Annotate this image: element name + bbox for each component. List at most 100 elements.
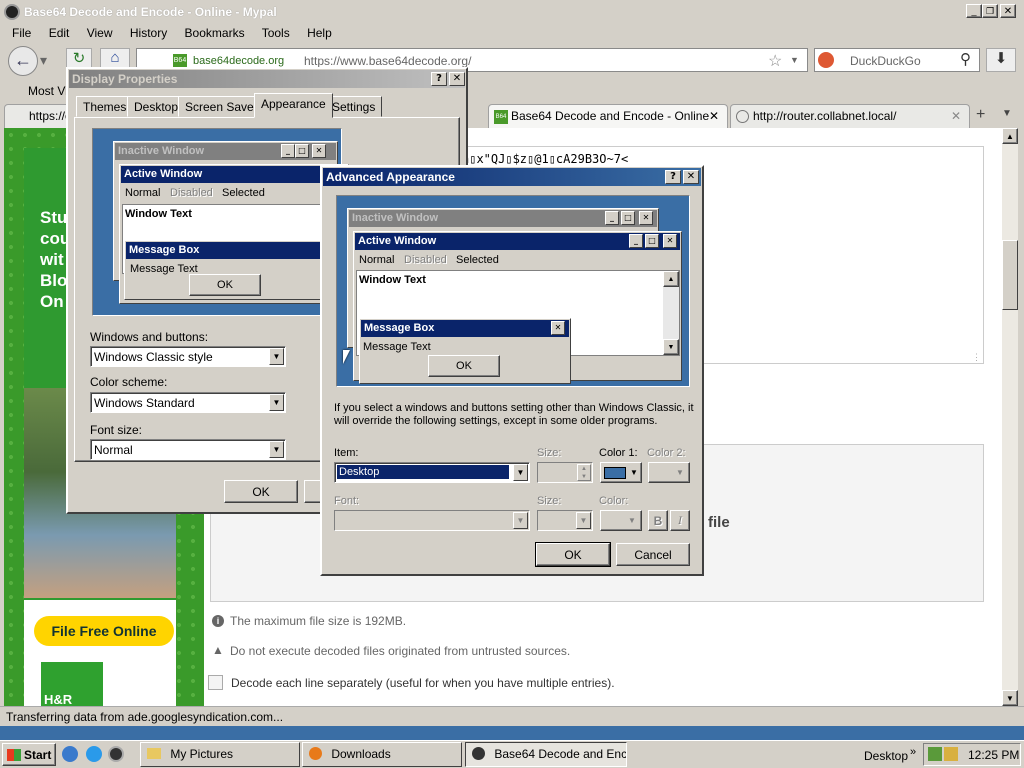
menu-history[interactable]: History	[130, 26, 167, 40]
taskbar-item-my-pictures[interactable]: My Pictures	[140, 742, 300, 767]
windows-buttons-label: Windows and buttons:	[90, 330, 209, 344]
font-size-value: Normal	[94, 443, 133, 457]
close-button[interactable]: ✕	[1000, 4, 1016, 18]
duckduckgo-icon	[818, 52, 834, 68]
mypal-icon	[4, 4, 20, 20]
network-icon[interactable]	[928, 747, 942, 761]
spinner-icon: ▲ ▼	[577, 464, 591, 481]
help-button[interactable]: ?	[431, 72, 447, 86]
advanced-cancel-button[interactable]: Cancel	[616, 543, 690, 566]
desktop-toolbar-label[interactable]: Desktop	[864, 749, 908, 763]
star-icon[interactable]: ☆	[768, 51, 782, 71]
bold-button: B	[648, 510, 668, 531]
taskbar-item-base64[interactable]: Base64 Decode and Enc...	[465, 742, 627, 767]
browser-tab-1[interactable]: https://c	[4, 104, 72, 128]
advanced-appearance-dialog: Advanced Appearance ? ✕ Inactive Window …	[320, 165, 704, 576]
windows-buttons-select[interactable]: Windows Classic style ▼	[90, 346, 286, 367]
quicklaunch-browser-icon[interactable]	[86, 746, 102, 762]
display-ok-button[interactable]: OK	[224, 480, 298, 503]
color1-picker[interactable]: ▼	[600, 462, 642, 483]
restore-button[interactable]: ❐	[982, 4, 998, 18]
search-input[interactable]: DuckDuckGo	[850, 54, 921, 68]
help-button[interactable]: ?	[665, 170, 681, 184]
browser-tab-3[interactable]: http://router.collabnet.local/ ✕	[730, 104, 970, 128]
font-label: Font:	[334, 495, 360, 507]
ad-cta-button[interactable]: File Free Online	[34, 616, 174, 646]
chevron-down-icon[interactable]: ▼	[269, 348, 284, 365]
search-icon[interactable]: ⚲	[960, 50, 971, 68]
preview-active-title: Active Window	[124, 168, 203, 180]
downloads-app-icon	[309, 747, 322, 760]
menu-help[interactable]: Help	[307, 26, 332, 40]
dialog-close-button[interactable]: ✕	[449, 72, 465, 86]
mouse-cursor-icon	[343, 350, 350, 364]
new-tab-button[interactable]: +	[976, 106, 985, 124]
resize-handle-icon[interactable]: ⋮	[972, 352, 981, 363]
tab-settings[interactable]: Settings	[325, 96, 383, 117]
ad-line-3: wit	[40, 250, 64, 269]
scroll-up-icon: ▲	[663, 271, 679, 287]
decode-lines-checkbox[interactable]	[208, 675, 223, 690]
tray-tool-icon[interactable]	[944, 747, 958, 761]
tab-close-icon[interactable]: ✕	[951, 109, 961, 123]
file-word: file	[708, 514, 730, 531]
menu-file[interactable]: File	[12, 26, 31, 40]
chevron-down-icon: ▼	[676, 468, 684, 477]
url-text[interactable]: https://www.base64decode.org/	[304, 54, 471, 68]
preview-menu-selected: Selected	[222, 187, 265, 199]
item-select[interactable]: Desktop ▼	[334, 462, 530, 483]
browser-tab-active[interactable]: B64 Base64 Decode and Encode - Online ✕	[488, 104, 728, 128]
font-size-label: Font size:	[90, 423, 143, 437]
tab-list-button[interactable]: ▼	[1002, 108, 1012, 119]
preview-inactive-title: Inactive Window	[118, 145, 205, 157]
font-size-select[interactable]: Normal ▼	[90, 439, 286, 460]
quicklaunch-mypal-icon[interactable]	[108, 746, 124, 762]
forward-icon[interactable]: ▾	[40, 52, 47, 69]
taskbar-item-downloads[interactable]: Downloads	[302, 742, 462, 767]
color-scheme-select[interactable]: Windows Standard ▼	[90, 392, 286, 413]
menu-bookmarks[interactable]: Bookmarks	[185, 26, 245, 40]
desktop-toolbar-chevron-icon[interactable]: »	[910, 746, 916, 758]
chevron-down-icon: ▼	[513, 512, 528, 529]
adv-active-titlebar: Active Window _ □ ✕	[355, 233, 680, 250]
quicklaunch-ie-icon[interactable]	[62, 746, 78, 762]
scroll-up-button[interactable]: ▲	[1002, 128, 1018, 144]
tab-themes[interactable]: Themes	[76, 96, 134, 117]
chevron-down-icon[interactable]: ▼	[269, 441, 284, 458]
ad-cta-label: File Free Online	[51, 623, 157, 639]
chevron-down-icon[interactable]: ▼	[269, 394, 284, 411]
advanced-close-button[interactable]: ✕	[683, 170, 699, 184]
downloads-button[interactable]: ⬇	[986, 48, 1016, 72]
adv-inactive-titlebar: Inactive Window _ □ ✕	[349, 210, 657, 227]
clock[interactable]: 12:25 PM	[968, 748, 1019, 762]
tab-desktop[interactable]: Desktop	[127, 96, 186, 117]
tab-close-icon[interactable]: ✕	[709, 109, 719, 123]
advanced-ok-button[interactable]: OK	[535, 542, 611, 567]
preview-message-box: Message Box Message Text OK	[124, 240, 329, 300]
browser-title: Base64 Decode and Encode - Online - Mypa…	[24, 5, 277, 19]
preview-active-titlebar: Active Window	[121, 166, 347, 183]
preview-message-text: Message Text	[130, 263, 198, 275]
menu-view[interactable]: View	[87, 26, 113, 40]
color-label: Color:	[599, 495, 629, 507]
advanced-title: Advanced Appearance	[326, 170, 455, 184]
color2-picker: ▼	[648, 462, 690, 483]
color1-label: Color 1:	[599, 447, 638, 459]
start-button[interactable]: Start	[2, 743, 56, 766]
font-color-picker: ▼	[600, 510, 642, 531]
page-scrollbar[interactable]: ▲ ▼	[1002, 128, 1018, 706]
adv-menu-normal: Normal	[359, 254, 395, 266]
chevron-down-icon[interactable]: ▼	[513, 464, 528, 481]
minimize-button[interactable]: _	[966, 4, 982, 18]
url-dropdown-icon[interactable]: ▼	[790, 55, 799, 65]
scroll-down-button[interactable]: ▼	[1002, 690, 1018, 706]
decode-lines-label: Decode each line separately (useful for …	[231, 676, 615, 690]
scroll-thumb[interactable]	[1002, 240, 1018, 310]
menu-edit[interactable]: Edit	[49, 26, 70, 40]
back-button[interactable]: ←	[8, 46, 38, 76]
menu-tools[interactable]: Tools	[262, 26, 290, 40]
tab-screen-saver[interactable]: Screen Saver	[178, 96, 265, 117]
tab-appearance[interactable]: Appearance	[254, 93, 333, 118]
adv-preview-scrollbar: ▲ ▼	[663, 271, 679, 355]
taskbar-item-label: Base64 Decode and Enc...	[494, 747, 627, 761]
